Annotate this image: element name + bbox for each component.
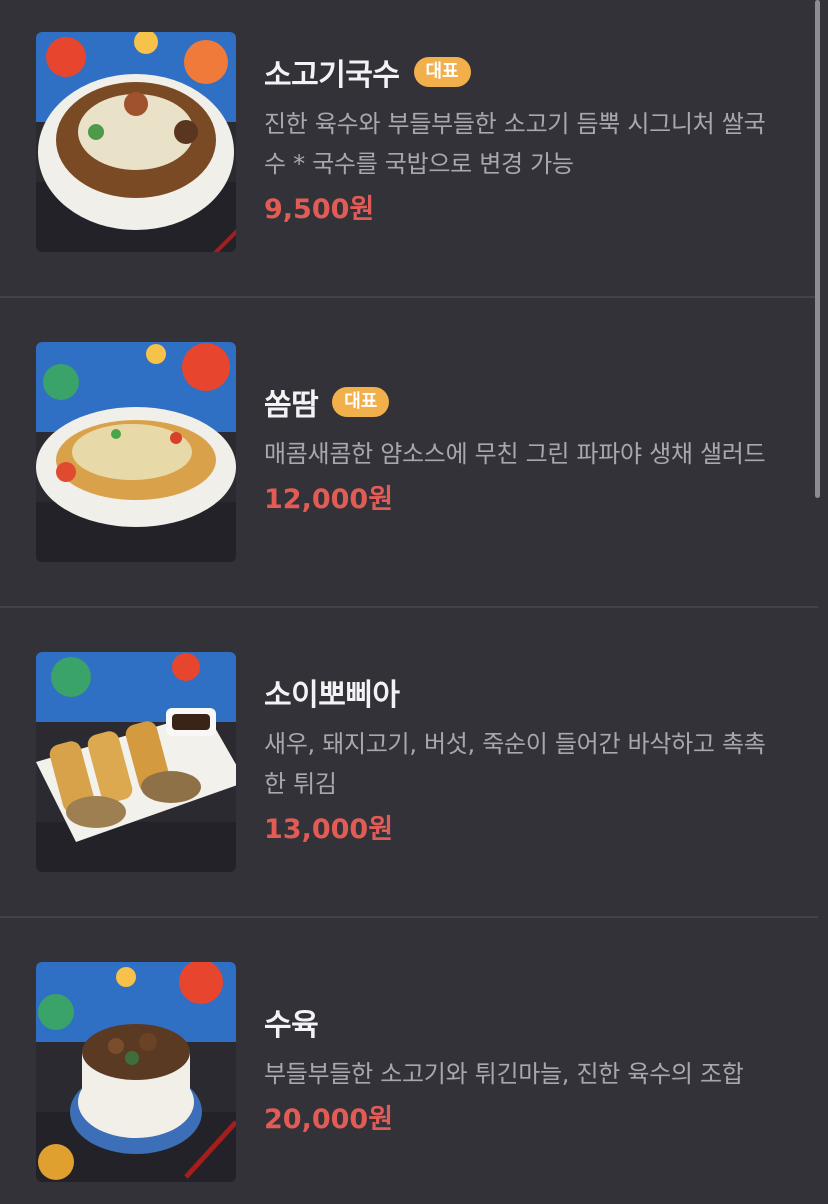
menu-item-photo [36, 962, 236, 1182]
menu-item-description: 진한 육수와 부들부들한 소고기 듬뿍 시그니처 쌀국수 * 국수를 국밥으로 … [264, 110, 766, 178]
menu-screen: 소고기국수 대표 진한 육수와 부들부들한 소고기 듬뿍 시그니처 쌀국수 * … [0, 0, 828, 1204]
scrollbar[interactable] [815, 0, 820, 498]
menu-item-photo [36, 342, 236, 562]
menu-item-price: 12,000원 [264, 484, 394, 515]
signature-badge: 대표 [413, 57, 471, 87]
menu-item-name: 소고기국수 [264, 58, 400, 93]
menu-item-photo [36, 32, 236, 252]
menu-item-name: 쏨땀 [264, 388, 319, 423]
menu-item-name: 수육 [264, 1008, 319, 1043]
menu-item-photo [36, 652, 236, 872]
menu-item-title-row: 소고기국수 대표 [264, 50, 784, 94]
menu-item-description: 새우, 돼지고기, 버섯, 죽순이 들어간 바삭하고 촉촉한 튀김 [264, 730, 766, 798]
menu-item-price: 13,000원 [264, 814, 394, 845]
menu-item-name: 소이뽀삐아 [264, 678, 400, 713]
menu-item-price: 20,000원 [264, 1104, 394, 1135]
menu-item-price: 9,500원 [264, 194, 375, 225]
menu-item-title-row: 소이뽀삐아 [264, 670, 784, 714]
menu-item-title-row: 쏨땀 대표 [264, 380, 784, 424]
signature-badge: 대표 [332, 387, 390, 417]
menu-item[interactable]: 소고기국수 대표 진한 육수와 부들부들한 소고기 듬뿍 시그니처 쌀국수 * … [0, 0, 818, 298]
menu-item-description: 부들부들한 소고기와 튀긴마늘, 진한 육수의 조합 [264, 1060, 744, 1088]
menu-item-description: 매콤새콤한 얌소스에 무친 그린 파파야 생채 샐러드 [264, 440, 766, 468]
menu-item-title-row: 수육 [264, 1000, 784, 1044]
menu-item[interactable]: 쏨땀 대표 매콤새콤한 얌소스에 무친 그린 파파야 생채 샐러드 12,000… [0, 298, 818, 608]
menu-item[interactable]: 수육 부들부들한 소고기와 튀긴마늘, 진한 육수의 조합 20,000원 [0, 918, 818, 1204]
menu-item[interactable]: 소이뽀삐아 새우, 돼지고기, 버섯, 죽순이 들어간 바삭하고 촉촉한 튀김 … [0, 608, 818, 918]
